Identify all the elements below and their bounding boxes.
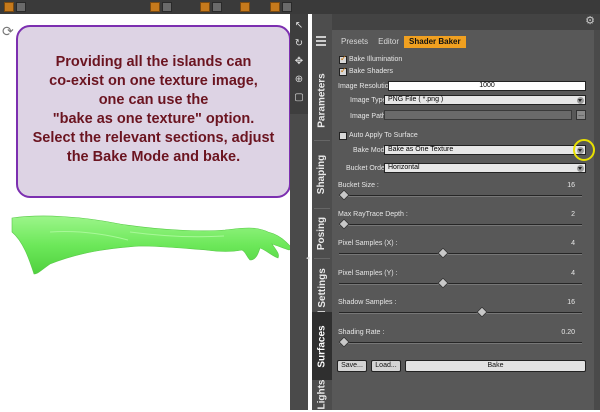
panel-tabs: Presets Editor Shader Baker [336, 36, 466, 48]
slider-value: 4 [571, 240, 575, 247]
auto-apply-label: Auto Apply To Surface [349, 132, 418, 139]
select-icon[interactable]: ↖ [293, 20, 305, 32]
slider-label: Shading Rate : [338, 329, 385, 336]
slider-value: 0.20 [561, 329, 575, 336]
tab-surfaces[interactable]: Surfaces [312, 312, 332, 380]
toolbar-tool-icon[interactable] [16, 2, 26, 12]
slider-value: 4 [571, 270, 575, 277]
panel-header [332, 14, 600, 30]
frame-icon[interactable]: ▢ [293, 92, 305, 104]
zoom-icon[interactable]: ⊕ [293, 74, 305, 86]
bake-shaders-checkbox[interactable] [339, 66, 347, 76]
pan-icon[interactable]: ✥ [293, 56, 305, 68]
bake-mode-dropdown[interactable]: Bake as One Texture [384, 145, 586, 155]
panel-scroll-edge [594, 30, 600, 410]
side-tab-column: Parameters Shaping Posing Tool Settings … [312, 14, 332, 410]
slider-label: Bucket Size : [338, 182, 379, 189]
save-button[interactable]: Save... [337, 360, 367, 372]
bake-illumination-checkbox[interactable] [339, 54, 347, 64]
chevron-down-icon [577, 97, 584, 104]
slider-track[interactable] [339, 224, 582, 226]
slider-track[interactable] [339, 342, 582, 344]
chevron-down-icon [577, 165, 584, 172]
instruction-callout: Providing all the islands can co-exist o… [16, 25, 291, 198]
highlight-circle [573, 139, 595, 161]
slider-label: Pixel Samples (Y) : [338, 270, 398, 277]
bake-shaders-label: Bake Shaders [349, 68, 393, 75]
browse-button[interactable]: ... [576, 110, 586, 120]
tab-lights[interactable]: Lights [312, 376, 332, 412]
tab-shaping[interactable]: Shaping [312, 142, 332, 206]
slider-track[interactable] [339, 253, 582, 255]
auto-apply-checkbox[interactable] [339, 132, 347, 140]
rotate-icon[interactable]: ↻ [293, 38, 305, 50]
tab-shader-baker[interactable]: Shader Baker [404, 36, 466, 48]
slider-track[interactable] [339, 195, 582, 197]
slider-value: 16 [567, 182, 575, 189]
3d-viewport[interactable]: ⟳ Providing all the islands can co-exist… [0, 14, 292, 410]
gear-icon[interactable]: ⚙ [583, 14, 597, 28]
toolbar-tool-icon[interactable] [162, 2, 172, 12]
bake-illumination-label: Bake Illumination [349, 56, 403, 63]
toolbar-tool-icon[interactable] [4, 2, 14, 12]
toolbar-tool-icon[interactable] [282, 2, 292, 12]
panel-menu-icon[interactable] [316, 36, 326, 46]
main-toolbar [0, 0, 600, 14]
slider-value: 2 [571, 211, 575, 218]
image-type-dropdown[interactable]: PNG File ( *.png ) [384, 95, 586, 105]
slider-label: Shadow Samples : [338, 299, 397, 306]
slider-label: Pixel Samples (X) : [338, 240, 398, 247]
slider-track[interactable] [339, 283, 582, 285]
bucket-order-dropdown[interactable]: Horizontal [384, 163, 586, 173]
load-button[interactable]: Load... [371, 360, 401, 372]
toolbar-tool-icon[interactable] [200, 2, 210, 12]
slider-label: Max RayTrace Depth : [338, 211, 408, 218]
bake-button[interactable]: Bake [405, 360, 586, 372]
tab-posing[interactable]: Posing [312, 210, 332, 256]
image-resolution-input[interactable]: 1000 [388, 81, 586, 91]
viewport-nav-toolbar: ↖ ↻ ✥ ⊕ ▢ [290, 14, 308, 114]
callout-text: Providing all the islands can co-exist o… [32, 54, 275, 165]
toolbar-tool-icon[interactable] [270, 2, 280, 12]
toolbar-tool-icon[interactable] [240, 2, 250, 12]
toolbar-tool-icon[interactable] [150, 2, 160, 12]
slider-track[interactable] [339, 312, 582, 314]
image-path-field[interactable] [384, 110, 572, 120]
toolbar-tool-icon[interactable] [212, 2, 222, 12]
slider-value: 16 [567, 299, 575, 306]
tab-editor[interactable]: Editor [373, 36, 404, 48]
tab-parameters[interactable]: Parameters [312, 62, 332, 138]
arm-mesh[interactable] [10, 212, 295, 282]
tab-presets[interactable]: Presets [336, 36, 373, 48]
